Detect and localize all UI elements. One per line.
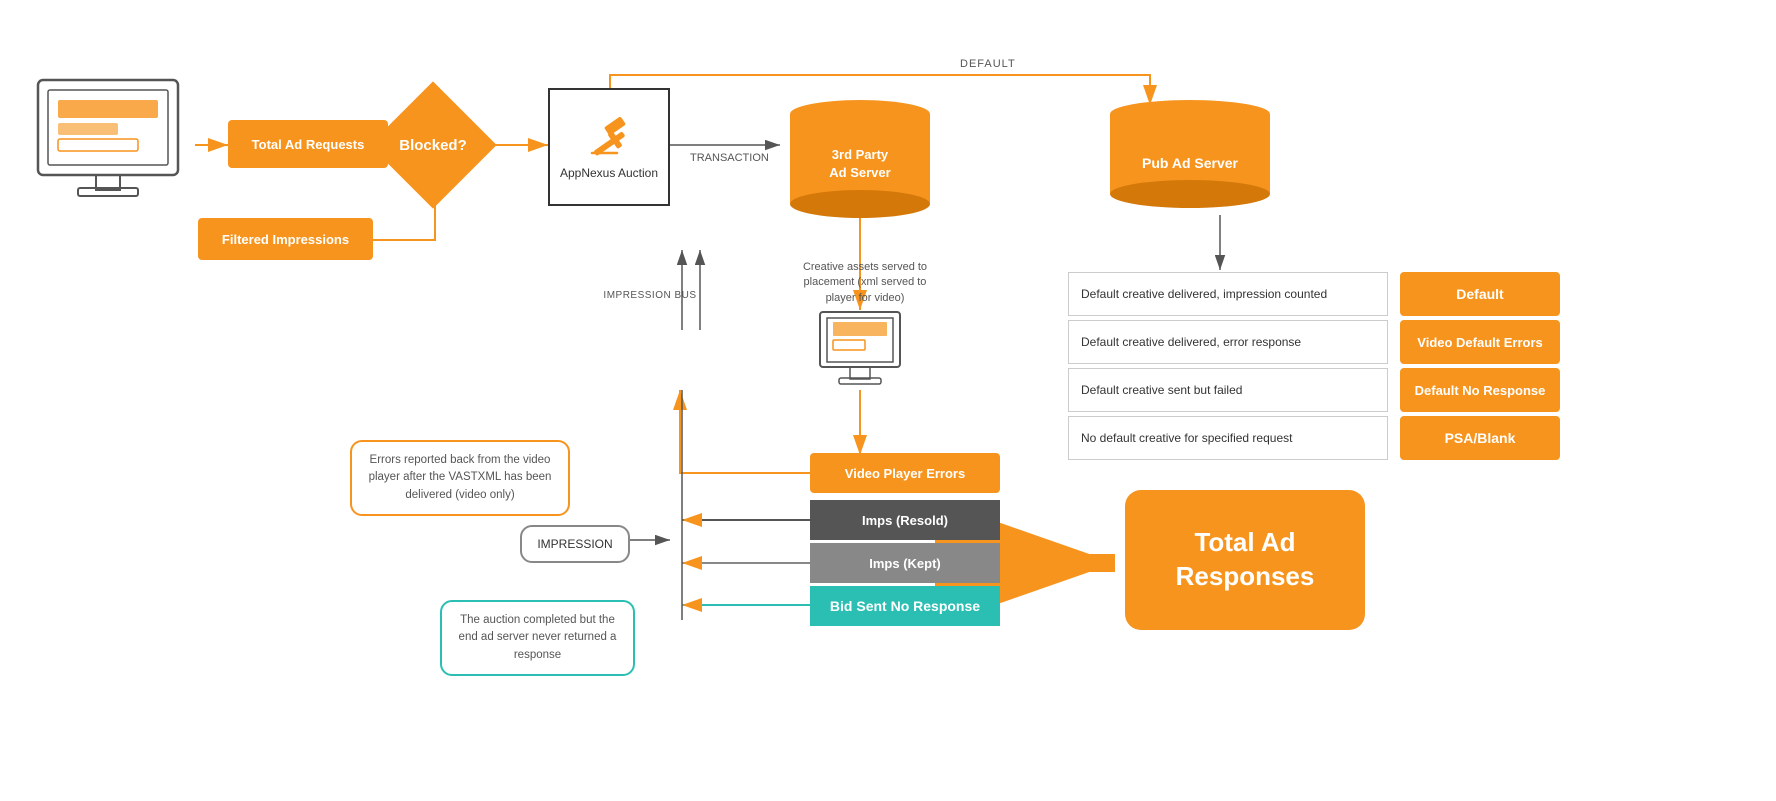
- total-ad-responses-box: Total Ad Responses: [1125, 490, 1365, 630]
- appnexus-auction-box: AppNexus Auction: [548, 88, 670, 206]
- third-party-label: 3rd PartyAd Server: [829, 146, 890, 182]
- pub-ad-server: Pub Ad Server: [1110, 100, 1270, 208]
- blocked-diamond: Blocked?: [388, 100, 478, 190]
- video-default-errors-label: Video Default Errors: [1400, 320, 1560, 364]
- psa-blank-label: PSA/Blank: [1400, 416, 1560, 460]
- video-errors-callout: Errors reported back from the video play…: [350, 440, 570, 516]
- appnexus-label: AppNexus Auction: [560, 166, 658, 182]
- blocked-label: Blocked?: [399, 137, 467, 154]
- bid-sent-no-response-bar: Bid Sent No Response: [810, 586, 1000, 626]
- imps-resold-bar: Imps (Resold): [810, 500, 1000, 540]
- default-no-response-label: Default No Response: [1400, 368, 1560, 412]
- creative-assets-label: Creative assets served to placement (xml…: [800, 260, 930, 306]
- imps-kept-bar: Imps (Kept): [810, 543, 1000, 583]
- default-delivered-error-box: Default creative delivered, error respon…: [1068, 320, 1388, 364]
- total-ad-responses-label: Total Ad Responses: [1176, 526, 1315, 594]
- no-default-creative-box: No default creative for specified reques…: [1068, 416, 1388, 460]
- transaction-label: TRANSACTION: [690, 152, 769, 164]
- diagram-container: Total Ad Requests Filtered Impressions B…: [0, 0, 1776, 801]
- gavel-icon: [587, 113, 632, 158]
- display-monitor-icon: [815, 310, 905, 390]
- default-sent-failed-box: Default creative sent but failed: [1068, 368, 1388, 412]
- impression-callout: IMPRESSION: [520, 525, 630, 563]
- default-label: DEFAULT: [960, 58, 1016, 70]
- monitor-icon: [28, 75, 188, 205]
- third-party-ad-server: 3rd PartyAd Server: [790, 100, 930, 218]
- pub-ad-server-label: Pub Ad Server: [1142, 154, 1238, 174]
- default-delivered-impression-box: Default creative delivered, impression c…: [1068, 272, 1388, 316]
- video-player-errors-bar: Video Player Errors: [810, 453, 1000, 493]
- impression-bus-label: IMPRESSION BUS: [600, 290, 700, 301]
- default-orange-label: Default: [1400, 272, 1560, 316]
- auction-completed-callout: The auction completed but the end ad ser…: [440, 600, 635, 676]
- filtered-impressions-label: Filtered Impressions: [198, 218, 373, 260]
- impression-label: IMPRESSION: [537, 537, 612, 551]
- total-ad-requests-label: Total Ad Requests: [228, 120, 388, 168]
